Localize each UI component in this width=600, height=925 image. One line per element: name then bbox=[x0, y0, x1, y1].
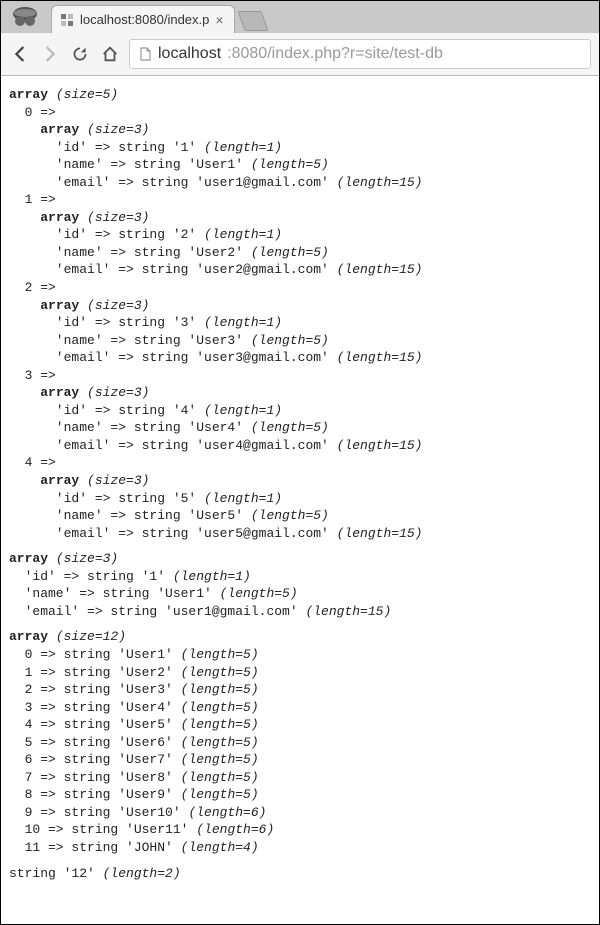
dump-line: 3 => string 'User4' (length=5) bbox=[9, 699, 591, 717]
page-content: array (size=5) 0 => array (size=3) 'id' … bbox=[1, 76, 599, 900]
dump-line: 1 => bbox=[9, 191, 591, 209]
dump-line: 'email' => string 'user5@gmail.com' (len… bbox=[9, 525, 591, 543]
dump-line: 'id' => string '5' (length=1) bbox=[9, 490, 591, 508]
dump-line: 'name' => string 'User2' (length=5) bbox=[9, 244, 591, 262]
address-bar[interactable]: localhost :8080/index.php?r=site/test-db bbox=[129, 39, 591, 69]
dump-line: 'name' => string 'User4' (length=5) bbox=[9, 419, 591, 437]
dump-line: array (size=3) bbox=[9, 472, 591, 490]
dump-line: 7 => string 'User8' (length=5) bbox=[9, 769, 591, 787]
dump-line: 11 => string 'JOHN' (length=4) bbox=[9, 839, 591, 857]
tab-favicon-icon bbox=[60, 13, 74, 27]
tab-close-icon[interactable]: × bbox=[215, 12, 223, 28]
dump-line: 4 => bbox=[9, 454, 591, 472]
dump-line: 'id' => string '1' (length=1) bbox=[9, 139, 591, 157]
dump-line: 'email' => string 'user1@gmail.com' (len… bbox=[9, 603, 591, 621]
tab-bar: localhost:8080/index.p × bbox=[1, 1, 599, 33]
address-rest: :8080/index.php?r=site/test-db bbox=[227, 45, 443, 63]
dump-line: 'id' => string '4' (length=1) bbox=[9, 402, 591, 420]
dump-line: array (size=3) bbox=[9, 550, 591, 568]
page-icon bbox=[138, 47, 152, 61]
tab-title: localhost:8080/index.p bbox=[80, 12, 209, 27]
dump-line: 'id' => string '3' (length=1) bbox=[9, 314, 591, 332]
dump-line: 'email' => string 'user1@gmail.com' (len… bbox=[9, 174, 591, 192]
dump-line: 6 => string 'User7' (length=5) bbox=[9, 751, 591, 769]
dump-line: 0 => string 'User1' (length=5) bbox=[9, 646, 591, 664]
dump-line: array (size=3) bbox=[9, 121, 591, 139]
dump-line: 0 => bbox=[9, 104, 591, 122]
incognito-icon bbox=[9, 3, 41, 29]
browser-tab[interactable]: localhost:8080/index.p × bbox=[51, 5, 235, 33]
dump-line: array (size=3) bbox=[9, 384, 591, 402]
dump-line: 5 => string 'User6' (length=5) bbox=[9, 734, 591, 752]
dump-line: 'name' => string 'User5' (length=5) bbox=[9, 507, 591, 525]
forward-button[interactable] bbox=[39, 43, 61, 65]
dump-line: 9 => string 'User10' (length=6) bbox=[9, 804, 591, 822]
toolbar: localhost :8080/index.php?r=site/test-db bbox=[1, 33, 599, 75]
dump-line: 'name' => string 'User1' (length=5) bbox=[9, 156, 591, 174]
dump-line: array (size=12) bbox=[9, 628, 591, 646]
dump-line: 'email' => string 'user2@gmail.com' (len… bbox=[9, 261, 591, 279]
dump-line: array (size=5) bbox=[9, 86, 591, 104]
new-tab-button[interactable] bbox=[237, 11, 268, 31]
dump-line: 'name' => string 'User3' (length=5) bbox=[9, 332, 591, 350]
dump-line: 1 => string 'User2' (length=5) bbox=[9, 664, 591, 682]
dump-line: 4 => string 'User5' (length=5) bbox=[9, 716, 591, 734]
dump-line: 2 => bbox=[9, 279, 591, 297]
dump-line: array (size=3) bbox=[9, 297, 591, 315]
back-button[interactable] bbox=[9, 43, 31, 65]
address-host: localhost bbox=[158, 45, 221, 63]
dump-line: string '12' (length=2) bbox=[9, 865, 591, 883]
dump-line: 'id' => string '1' (length=1) bbox=[9, 568, 591, 586]
dump-line: 8 => string 'User9' (length=5) bbox=[9, 786, 591, 804]
reload-button[interactable] bbox=[69, 43, 91, 65]
dump-line: 'id' => string '2' (length=1) bbox=[9, 226, 591, 244]
dump-line: 'email' => string 'user3@gmail.com' (len… bbox=[9, 349, 591, 367]
home-button[interactable] bbox=[99, 43, 121, 65]
browser-chrome: localhost:8080/index.p × localhost:8080/… bbox=[1, 1, 599, 76]
dump-line: 'name' => string 'User1' (length=5) bbox=[9, 585, 591, 603]
dump-line: array (size=3) bbox=[9, 209, 591, 227]
dump-line: 2 => string 'User3' (length=5) bbox=[9, 681, 591, 699]
dump-line: 3 => bbox=[9, 367, 591, 385]
dump-line: 'email' => string 'user4@gmail.com' (len… bbox=[9, 437, 591, 455]
dump-line: 10 => string 'User11' (length=6) bbox=[9, 821, 591, 839]
